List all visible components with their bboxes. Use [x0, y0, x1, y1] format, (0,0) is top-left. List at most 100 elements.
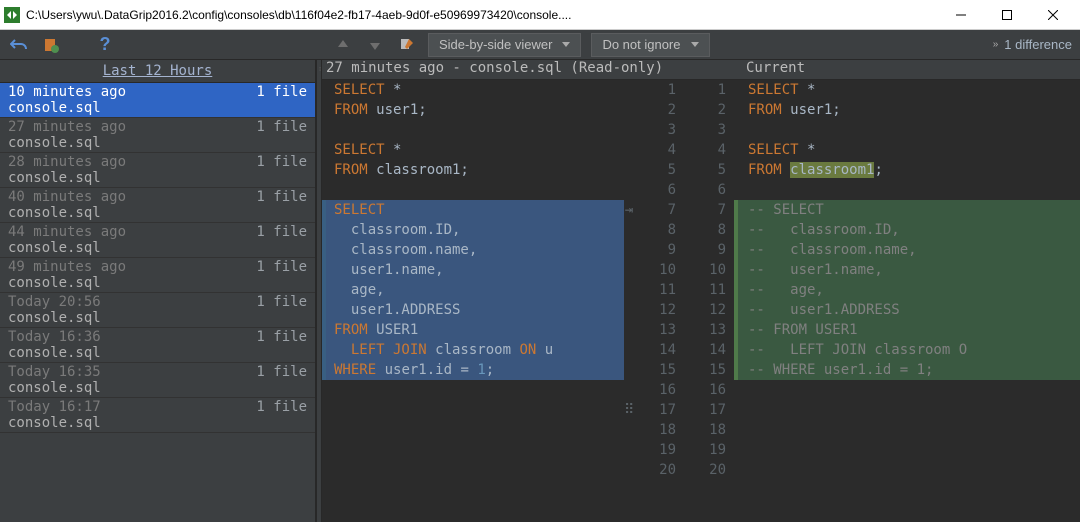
history-item[interactable]: 10 minutes ago1 fileconsole.sql: [0, 83, 315, 118]
history-item[interactable]: 49 minutes ago1 fileconsole.sql: [0, 258, 315, 293]
chevron-down-icon: [691, 42, 699, 47]
gutter-number: 6: [634, 180, 676, 200]
gutter-marker: [624, 420, 634, 440]
history-filename: console.sql: [8, 170, 307, 186]
code-line: age,: [322, 280, 624, 300]
arrow-up-icon[interactable]: [332, 34, 354, 56]
ignore-mode-label: Do not ignore: [602, 37, 680, 52]
gutter-marker: [624, 100, 634, 120]
gutter-number: 13: [634, 320, 676, 340]
gutter-number: 7: [634, 200, 676, 220]
history-file-count: 1 file: [256, 154, 307, 170]
history-item[interactable]: Today 16:361 fileconsole.sql: [0, 328, 315, 363]
history-file-count: 1 file: [256, 119, 307, 135]
gutter-number: 3: [684, 120, 726, 140]
arrow-down-icon[interactable]: [364, 34, 386, 56]
help-icon[interactable]: ?: [94, 34, 116, 56]
code-line: [748, 420, 1080, 440]
code-line: classroom.ID,: [322, 220, 624, 240]
minimize-button[interactable]: [938, 0, 984, 30]
gutter-number: 4: [634, 140, 676, 160]
history-item[interactable]: 28 minutes ago1 fileconsole.sql: [0, 153, 315, 188]
gutter-number: 14: [684, 340, 726, 360]
code-line: SELECT *: [748, 80, 1080, 100]
gutter-number: 10: [684, 260, 726, 280]
code-line: [748, 460, 1080, 480]
history-filename: console.sql: [8, 275, 307, 291]
history-filename: console.sql: [8, 345, 307, 361]
edit-icon[interactable]: [396, 34, 418, 56]
gutter-marker: [624, 120, 634, 140]
gutter-marker: [624, 300, 634, 320]
gutter-number: 18: [684, 420, 726, 440]
code-line: -- classroom.name,: [734, 240, 1080, 260]
gutter-number: 5: [684, 160, 726, 180]
gutter-number: 2: [684, 100, 726, 120]
gutter-marker: ⠿: [624, 400, 634, 420]
history-item[interactable]: Today 16:171 fileconsole.sql: [0, 398, 315, 433]
gutter-number: 8: [634, 220, 676, 240]
history-file-count: 1 file: [256, 189, 307, 205]
gutter-number: 18: [634, 420, 676, 440]
history-item[interactable]: Today 16:351 fileconsole.sql: [0, 363, 315, 398]
gutter-number: 5: [634, 160, 676, 180]
history-item[interactable]: 27 minutes ago1 fileconsole.sql: [0, 118, 315, 153]
history-file-count: 1 file: [256, 84, 307, 100]
chevron-down-icon: [562, 42, 570, 47]
gutter-number: 6: [684, 180, 726, 200]
code-line: SELECT: [322, 200, 624, 220]
gutter-marker: [624, 240, 634, 260]
gutter-number: 7: [684, 200, 726, 220]
code-line: FROM user1;: [334, 100, 624, 120]
history-file-count: 1 file: [256, 259, 307, 275]
center-gutter: ⇥⠿ 1234567891011121314151617181920 12345…: [624, 80, 734, 522]
maximize-button[interactable]: [984, 0, 1030, 30]
code-line: FROM classroom1;: [334, 160, 624, 180]
gutter-number: 9: [684, 240, 726, 260]
history-filename: console.sql: [8, 135, 307, 151]
code-line: SELECT *: [748, 140, 1080, 160]
history-filename: console.sql: [8, 205, 307, 221]
left-code-pane[interactable]: SELECT *FROM user1; SELECT *FROM classro…: [322, 80, 624, 522]
code-line: [748, 400, 1080, 420]
history-file-count: 1 file: [256, 294, 307, 310]
gutter-marker: [624, 260, 634, 280]
undo-icon[interactable]: [8, 34, 30, 56]
history-file-count: 1 file: [256, 329, 307, 345]
gutter-number: 9: [634, 240, 676, 260]
history-item[interactable]: Today 20:561 fileconsole.sql: [0, 293, 315, 328]
history-file-count: 1 file: [256, 364, 307, 380]
main-area: Last 12 Hours 10 minutes ago1 fileconsol…: [0, 60, 1080, 522]
new-console-icon[interactable]: [40, 34, 62, 56]
ignore-mode-select[interactable]: Do not ignore: [591, 33, 709, 57]
code-line: -- user1.name,: [734, 260, 1080, 280]
difference-count: 1 difference: [1004, 37, 1072, 52]
code-line: WHERE user1.id = 1;: [322, 360, 624, 380]
gutter-number: 17: [684, 400, 726, 420]
gutter-number: 19: [684, 440, 726, 460]
gutter-marker: [624, 340, 634, 360]
close-button[interactable]: [1030, 0, 1076, 30]
code-line: [748, 380, 1080, 400]
code-line: FROM user1;: [748, 100, 1080, 120]
history-time: Today 16:17: [8, 399, 101, 415]
gutter-marker: [624, 320, 634, 340]
code-line: SELECT *: [334, 80, 624, 100]
history-item[interactable]: 40 minutes ago1 fileconsole.sql: [0, 188, 315, 223]
viewer-mode-select[interactable]: Side-by-side viewer: [428, 33, 581, 57]
gutter-number: 15: [684, 360, 726, 380]
code-line: LEFT JOIN classroom ON u: [322, 340, 624, 360]
code-line: -- WHERE user1.id = 1;: [734, 360, 1080, 380]
history-time: Today 20:56: [8, 294, 101, 310]
history-item[interactable]: 44 minutes ago1 fileconsole.sql: [0, 223, 315, 258]
gutter-number: 2: [634, 100, 676, 120]
code-line: FROM classroom1;: [748, 160, 1080, 180]
code-line: [334, 180, 624, 200]
gutter-number: 20: [634, 460, 676, 480]
left-pane-title: 27 minutes ago - console.sql (Read-only): [322, 60, 742, 79]
right-code-pane[interactable]: SELECT *FROM user1; SELECT *FROM classro…: [734, 80, 1080, 522]
gutter-marker: [624, 460, 634, 480]
history-file-count: 1 file: [256, 399, 307, 415]
gutter-marker: [624, 140, 634, 160]
code-line: -- LEFT JOIN classroom O: [734, 340, 1080, 360]
